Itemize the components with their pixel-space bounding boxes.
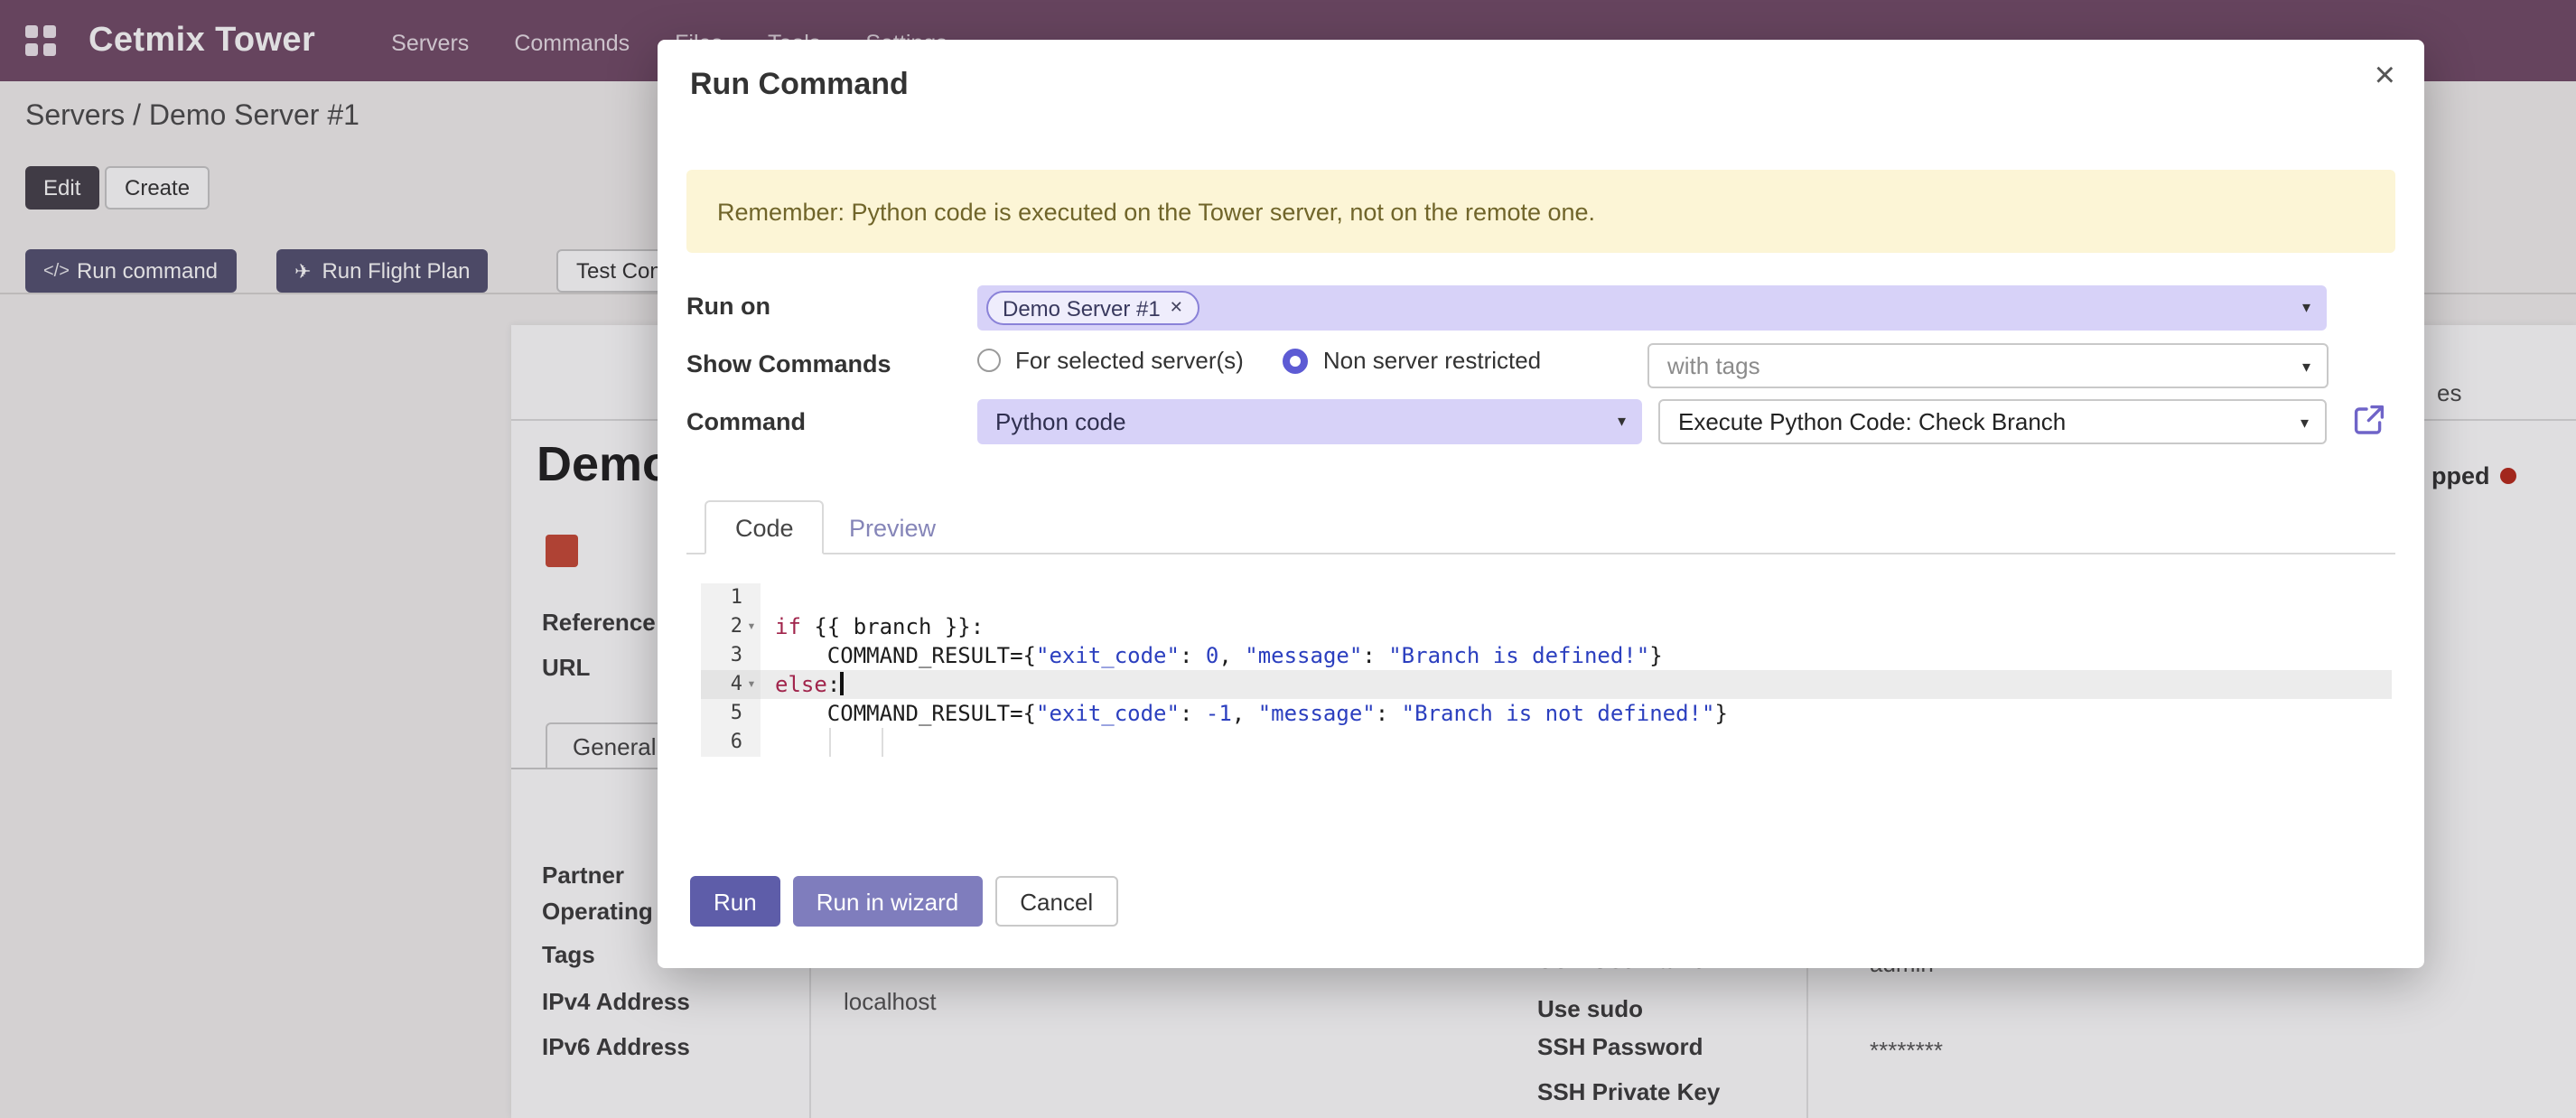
python-warning-alert: Remember: Python code is executed on the… [686, 170, 2395, 253]
tab-preview[interactable]: Preview [824, 500, 961, 554]
code-token: "Branch is defined!" [1388, 643, 1649, 668]
code-token: -1 [1206, 701, 1232, 726]
code-line[interactable]: COMMAND_RESULT={"exit_code": 0, "message… [761, 641, 2392, 670]
code-line[interactable] [761, 583, 2392, 612]
gutter-line-number: 5 [701, 699, 761, 728]
server-tag-chip[interactable]: Demo Server #1 ✕ [986, 291, 1199, 325]
code-token: : [1376, 701, 1402, 726]
chevron-down-icon: ▾ [1618, 412, 1626, 432]
code-token: : [1362, 643, 1388, 668]
code-token: {{ branch }}: [801, 614, 984, 639]
command-type-value: Python code [995, 408, 1126, 435]
code-token: : [1180, 643, 1206, 668]
code-token: } [1714, 701, 1727, 726]
code-token: , [1232, 701, 1258, 726]
code-line[interactable] [761, 728, 2392, 757]
text-cursor [840, 672, 843, 695]
with-tags-select[interactable]: with tags ▾ [1647, 343, 2329, 388]
code-token: "message" [1258, 701, 1376, 726]
alert-text: Remember: Python code is executed on the… [717, 198, 1595, 225]
modal-title: Run Command [690, 67, 909, 103]
tabbar-divider [686, 553, 2395, 554]
radio-selected-servers[interactable] [977, 349, 1001, 372]
chevron-down-icon: ▾ [2301, 414, 2309, 433]
editor-code[interactable]: if {{ branch }}: COMMAND_RESULT={"exit_c… [761, 583, 2392, 757]
cancel-button[interactable]: Cancel [994, 876, 1118, 927]
code-token: : [1180, 701, 1206, 726]
run-command-modal: Run Command × Remember: Python code is e… [658, 40, 2424, 968]
gutter-line-number: 4▾ [701, 670, 761, 699]
show-commands-radios: For selected server(s) Non server restri… [977, 347, 1566, 374]
server-tag-label: Demo Server #1 [1003, 295, 1161, 321]
run-button[interactable]: Run [690, 876, 780, 927]
code-editor[interactable]: 12▾34▾56 if {{ branch }}: COMMAND_RESULT… [701, 583, 2392, 757]
chevron-down-icon: ▾ [2302, 298, 2310, 318]
command-label: Command [686, 408, 806, 435]
command-value: Execute Python Code: Check Branch [1678, 408, 2066, 435]
code-token: else [775, 672, 827, 697]
run-on-select[interactable]: Demo Server #1 ✕ ▾ [977, 285, 2327, 331]
chevron-down-icon: ▾ [2302, 358, 2310, 377]
code-token: COMMAND_RESULT={ [775, 701, 1036, 726]
command-select[interactable]: Execute Python Code: Check Branch ▾ [1658, 399, 2327, 444]
run-in-wizard-button[interactable]: Run in wizard [793, 876, 983, 927]
external-link-icon[interactable] [2352, 403, 2386, 437]
code-token: "exit_code" [1036, 643, 1180, 668]
radio-selected-servers-label[interactable]: For selected server(s) [1015, 347, 1244, 374]
code-token: COMMAND_RESULT={ [775, 643, 1036, 668]
fold-arrow-icon[interactable]: ▾ [742, 612, 761, 641]
command-type-select[interactable]: Python code ▾ [977, 399, 1642, 444]
gutter-line-number: 3 [701, 641, 761, 670]
radio-non-restricted-label[interactable]: Non server restricted [1323, 347, 1541, 374]
show-commands-label: Show Commands [686, 350, 891, 377]
run-on-label: Run on [686, 293, 770, 320]
tab-code[interactable]: Code [705, 500, 825, 554]
code-line[interactable]: else: [761, 670, 2392, 699]
screen: Cetmix Tower Servers Commands Files Tool… [0, 0, 2576, 1118]
code-token: } [1649, 643, 1662, 668]
code-token: 0 [1206, 643, 1218, 668]
code-line[interactable]: COMMAND_RESULT={"exit_code": -1, "messag… [761, 699, 2392, 728]
code-token: if [775, 614, 801, 639]
fold-arrow-icon[interactable]: ▾ [742, 670, 761, 699]
modal-footer: Run Run in wizard Cancel [690, 876, 1118, 927]
code-token: "message" [1245, 643, 1362, 668]
gutter-line-number: 1 [701, 583, 761, 612]
tag-remove-icon[interactable]: ✕ [1170, 298, 1183, 318]
gutter-line-number: 6 [701, 728, 761, 757]
editor-gutter: 12▾34▾56 [701, 583, 761, 757]
code-token: , [1218, 643, 1245, 668]
code-token: : [827, 672, 840, 697]
close-icon[interactable]: × [2375, 58, 2395, 94]
code-line[interactable]: if {{ branch }}: [761, 612, 2392, 641]
radio-non-restricted[interactable] [1283, 348, 1309, 373]
gutter-line-number: 2▾ [701, 612, 761, 641]
with-tags-placeholder: with tags [1667, 352, 1760, 379]
code-token: "exit_code" [1036, 701, 1180, 726]
code-token: "Branch is not defined!" [1402, 701, 1715, 726]
